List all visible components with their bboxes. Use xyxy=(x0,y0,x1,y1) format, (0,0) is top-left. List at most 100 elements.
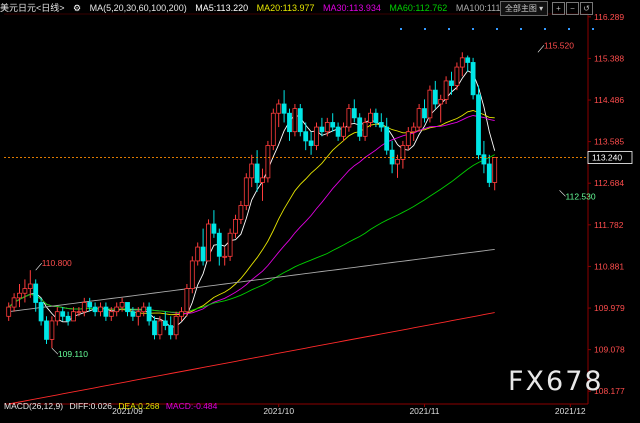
candle-body xyxy=(454,66,460,86)
candle-body xyxy=(71,311,76,322)
candle-body xyxy=(368,112,373,123)
candle-body xyxy=(135,311,141,317)
y-tick-label: 109.979 xyxy=(594,303,625,313)
candle-body xyxy=(260,177,265,183)
candle-body xyxy=(357,117,363,137)
candle-body xyxy=(189,260,195,290)
candle-body xyxy=(422,108,427,119)
restore-icon[interactable]: ↺ xyxy=(580,2,593,15)
macd-value: MACD:-0.484 xyxy=(165,401,218,411)
candle-body xyxy=(108,311,114,317)
candle-body xyxy=(389,149,395,165)
candle-body xyxy=(432,89,438,105)
candle-body xyxy=(179,311,184,317)
candle-body xyxy=(427,89,433,119)
candle-body xyxy=(76,311,82,314)
candle-body xyxy=(11,297,17,308)
annotation-label: 112.530 xyxy=(566,191,596,201)
candle-body xyxy=(146,306,152,322)
candle-body xyxy=(103,306,109,317)
zoom-in-icon[interactable]: + xyxy=(552,2,565,15)
candle-body xyxy=(373,112,379,123)
candle-body xyxy=(92,306,98,313)
y-tick-label: 116.289 xyxy=(594,12,624,22)
candle-body xyxy=(481,154,487,165)
dropdown-triangle-icon: ▾ xyxy=(539,4,544,13)
candle-body xyxy=(87,302,93,308)
candle-body xyxy=(492,157,498,183)
ma-params: MA(5,20,30,60,100,200) xyxy=(89,3,187,13)
candle-body xyxy=(222,255,228,258)
candle-body xyxy=(200,246,206,262)
candle-body xyxy=(238,205,244,220)
ma30-value: MA30:113.934 xyxy=(323,3,381,13)
candle-body xyxy=(6,306,12,317)
candle-body xyxy=(49,320,55,340)
candle-body xyxy=(168,325,174,336)
dea-value: DEA:0.268 xyxy=(118,401,160,411)
candle-body xyxy=(265,145,271,179)
candle-body xyxy=(465,57,471,63)
candle-body xyxy=(362,122,368,137)
annotation-label: 109.110 xyxy=(58,349,88,359)
zoom-out-icon[interactable]: − xyxy=(566,2,579,15)
candle-body xyxy=(341,126,346,137)
fx678-watermark: FX678 xyxy=(508,366,604,397)
settings-icon[interactable]: ⚙ xyxy=(73,3,81,13)
candle-body xyxy=(114,306,120,313)
y-tick-label: 112.684 xyxy=(594,178,624,188)
candle-body xyxy=(470,62,476,96)
annotation-label: 110.800 xyxy=(42,258,72,268)
candle-body xyxy=(249,163,255,179)
candle-body xyxy=(119,302,125,308)
candle-body xyxy=(33,283,39,303)
y-tick-label: 111.782 xyxy=(594,220,624,230)
candle-body xyxy=(378,122,384,128)
candle-body xyxy=(152,320,157,336)
candle-body xyxy=(233,218,238,234)
symbol-label: 美元日元<日线> xyxy=(0,3,65,13)
candlestick-chart: 113.240 110.800 109.110 115.520 112.530 116.… xyxy=(0,0,640,418)
candle-body xyxy=(17,292,22,299)
candle-body xyxy=(449,80,454,86)
x-tick-label: 2021/10 xyxy=(263,406,294,416)
candle-body xyxy=(351,108,357,119)
grid-dot xyxy=(496,28,498,30)
grid-dot xyxy=(592,28,594,30)
candle-body xyxy=(254,163,260,183)
candle-body xyxy=(243,177,249,206)
candle-body xyxy=(276,103,282,114)
candle-body xyxy=(346,108,352,128)
main-chart-selector[interactable]: 全部主图 ▾ xyxy=(500,1,548,16)
candle-body xyxy=(44,320,49,340)
candle-body xyxy=(330,122,336,128)
macd-legend: MACD(26,12,9) DIFF:0.026 DEA:0.268 MACD:… xyxy=(4,400,221,412)
y-tick-label: 114.486 xyxy=(594,95,624,105)
candle-body xyxy=(38,302,44,322)
chart-stage: 113.240 110.800 109.110 115.520 112.530 116.… xyxy=(0,0,640,418)
y-tick-label: 115.388 xyxy=(594,53,624,63)
candle-body xyxy=(384,126,390,151)
grid-dot xyxy=(520,28,522,30)
candle-body xyxy=(395,158,400,165)
ma5-value: MA5:113.220 xyxy=(195,3,249,13)
y-tick-label: 110.881 xyxy=(594,261,624,271)
annotation-label: 115.520 xyxy=(544,40,574,50)
grid-dot xyxy=(568,28,570,30)
candle-body xyxy=(157,320,163,336)
current-price-label: 113.240 xyxy=(592,153,622,163)
candle-body xyxy=(405,131,411,146)
x-tick-label: 2021/12 xyxy=(555,406,586,416)
candle-body xyxy=(324,122,330,133)
candle-body xyxy=(22,288,28,294)
candle-body xyxy=(416,108,422,128)
candle-body xyxy=(476,94,481,156)
grid-dot xyxy=(400,28,402,30)
candle-body xyxy=(65,315,71,322)
candle-body xyxy=(287,112,292,133)
candle-body xyxy=(270,112,276,146)
candle-body xyxy=(184,288,190,313)
candle-body xyxy=(54,311,60,322)
candle-body xyxy=(308,140,314,146)
candle-body xyxy=(303,131,309,142)
